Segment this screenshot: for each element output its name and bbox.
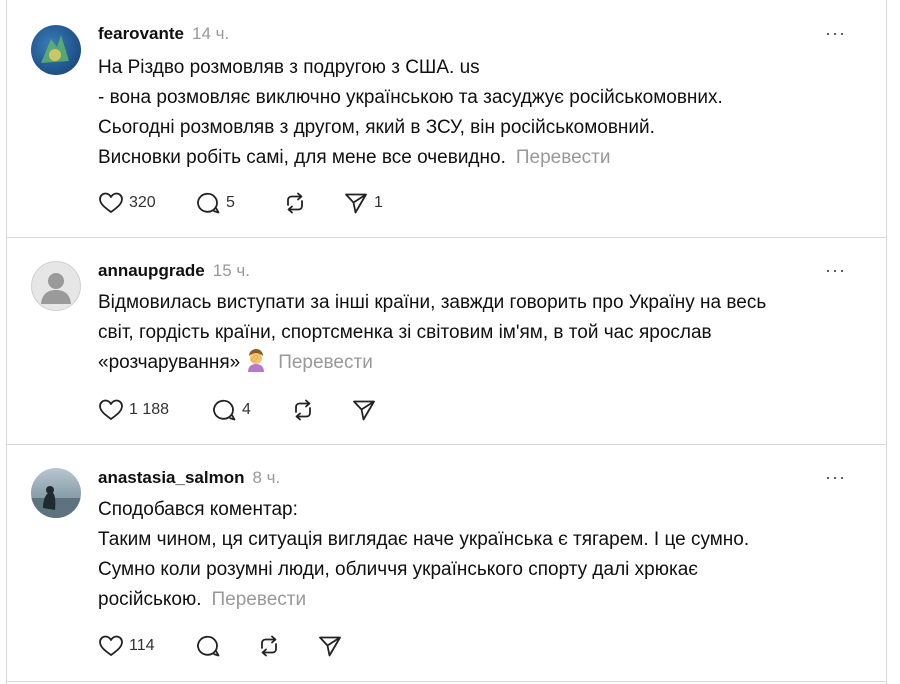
translate-link[interactable]: Перевести xyxy=(212,589,307,610)
translate-link[interactable]: Перевести xyxy=(278,352,373,373)
send-icon xyxy=(319,636,341,657)
comment-icon xyxy=(213,399,236,421)
username[interactable]: anastasia_salmon xyxy=(98,468,244,487)
post-actions: 1 188 4 xyxy=(98,396,382,424)
share-button[interactable]: 1 xyxy=(343,191,383,215)
post-header: fearovante 14 ч. xyxy=(98,23,229,45)
more-icon[interactable]: ··· xyxy=(825,467,846,488)
repost-button[interactable] xyxy=(256,634,317,658)
repost-button[interactable] xyxy=(282,191,343,215)
post-text-line: Сьогодні розмовляв з другом, який в ЗСУ,… xyxy=(98,117,655,138)
post-text-line: Відмовилась виступати за інші країни, за… xyxy=(98,292,767,313)
post-text-line: На Різдво розмовляв з подругою з США. us xyxy=(98,57,480,78)
avatar[interactable] xyxy=(31,468,81,518)
avatar-image xyxy=(31,486,81,518)
like-button[interactable]: 320 xyxy=(98,191,195,215)
avatar[interactable] xyxy=(31,25,81,75)
post-text-line: «розчарування» xyxy=(98,352,241,373)
repost-button[interactable] xyxy=(290,398,351,422)
heart-icon xyxy=(99,635,123,656)
reply-button[interactable]: 5 xyxy=(195,191,282,215)
post-text-line: Сподобався коментар: xyxy=(98,499,298,520)
share-count: 1 xyxy=(374,194,383,211)
repost-icon xyxy=(287,192,303,214)
divider xyxy=(6,237,887,238)
timestamp[interactable]: 15 ч. xyxy=(213,261,250,280)
post-text: Сподобався коментар: Таким чином, ця сит… xyxy=(98,495,858,615)
heart-icon xyxy=(99,192,123,213)
username[interactable]: fearovante xyxy=(98,24,184,43)
post-text: На Різдво розмовляв з подругою з США. us… xyxy=(98,53,858,173)
post-text-line: Сумно коли розумні люди, обличчя українс… xyxy=(98,559,698,580)
divider xyxy=(6,681,887,682)
post-text-line: - вона розмовляє виключно українською та… xyxy=(98,87,723,108)
post-header: annaupgrade 15 ч. xyxy=(98,260,250,282)
heart-icon xyxy=(99,399,123,420)
post-text-line: Таким чином, ця ситуація виглядає наче у… xyxy=(98,529,750,550)
post-actions: 114 xyxy=(98,632,348,660)
timestamp[interactable]: 14 ч. xyxy=(192,24,229,43)
comment-icon xyxy=(197,635,220,657)
post-text-line: російською. xyxy=(98,589,202,610)
post-text-line: світ, гордість країни, спортсменка зі св… xyxy=(98,322,712,343)
post-text: Відмовилась виступати за інші країни, за… xyxy=(98,288,858,378)
comment-icon xyxy=(197,192,220,214)
reply-button[interactable]: 4 xyxy=(211,398,290,422)
facepalm-emoji-icon xyxy=(248,349,265,372)
reply-button[interactable] xyxy=(195,634,256,658)
share-button[interactable] xyxy=(351,398,382,422)
repost-icon xyxy=(261,635,277,657)
username[interactable]: annaupgrade xyxy=(98,261,205,280)
translate-link[interactable]: Перевести xyxy=(516,147,611,168)
post-header: anastasia_salmon 8 ч. xyxy=(98,467,280,489)
send-icon xyxy=(353,400,375,421)
like-count: 114 xyxy=(129,637,155,654)
more-icon[interactable]: ··· xyxy=(825,260,846,281)
more-icon[interactable]: ··· xyxy=(825,23,846,44)
post-text-line: Висновки робіть самі, для мене все очеви… xyxy=(98,147,506,168)
divider xyxy=(6,444,887,445)
share-button[interactable] xyxy=(317,634,348,658)
reply-count: 5 xyxy=(226,194,235,211)
avatar-image xyxy=(41,35,69,63)
send-icon xyxy=(345,193,367,214)
post-actions: 320 5 1 xyxy=(98,189,383,217)
default-avatar-icon xyxy=(41,273,71,304)
repost-icon xyxy=(295,399,311,421)
like-button[interactable]: 114 xyxy=(98,634,195,658)
like-button[interactable]: 1 188 xyxy=(98,398,211,422)
timestamp[interactable]: 8 ч. xyxy=(252,468,280,487)
avatar[interactable] xyxy=(31,261,81,311)
reply-count: 4 xyxy=(242,401,251,418)
like-count: 320 xyxy=(129,194,156,211)
like-count: 1 188 xyxy=(129,401,170,418)
